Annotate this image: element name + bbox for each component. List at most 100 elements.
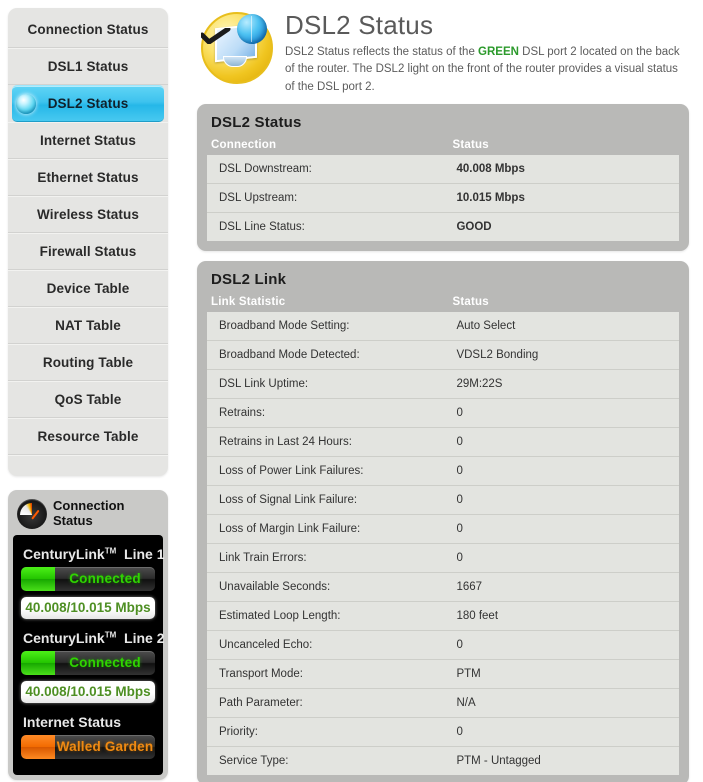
table-row: Retrains: 0 [207,398,679,428]
line2-state-pill: Connected [21,651,155,675]
line1-suffix: Line 1 [124,546,165,562]
row-label: DSL Downstream: [207,154,449,184]
main-content: DSL2 Status DSL2 Status reflects the sta… [193,0,703,782]
speedometer-gauge-icon [17,499,47,529]
sidebar-item-dsl1-status[interactable]: DSL1 Status [8,48,168,85]
row-value: 10.015 Mbps [448,183,679,213]
icon-globe [237,14,267,44]
row-value: 0 [448,456,679,486]
sidebar-item-wireless-status[interactable]: Wireless Status [8,196,168,233]
row-value: 0 [448,630,679,660]
page-header-text: DSL2 Status DSL2 Status reflects the sta… [285,6,689,96]
table-row: Estimated Loop Length: 180 feet [207,601,679,631]
page-root: Connection Status DSL1 Status DSL2 Status I… [0,0,703,782]
row-label: Loss of Power Link Failures: [207,456,449,486]
row-label: Service Type: [207,746,449,775]
sidebar-item-qos-table[interactable]: QoS Table [8,381,168,418]
dsl2-status-panel: DSL2 Status Connection Status DSL Downst… [197,103,689,251]
sidebar-item-nat-table[interactable]: NAT Table [8,307,168,344]
connection-status-widget: Connection Status CenturyLinkTM Line 1 C… [8,490,168,780]
table-row: Uncanceled Echo: 0 [207,630,679,660]
table-row: Path Parameter: N/A [207,688,679,718]
row-value: 0 [448,398,679,428]
row-value: 0 [448,514,679,544]
row-label: Retrains in Last 24 Hours: [207,427,449,457]
connection-status-body: CenturyLinkTM Line 1 Connected 40.008/10… [13,535,165,775]
sidebar-item-label: Internet Status [39,133,136,148]
row-label: Estimated Loop Length: [207,601,449,631]
row-label: Loss of Margin Link Failure: [207,514,449,544]
dsl2-status-panel-title: DSL2 Status [211,113,302,131]
internet-status-label: Internet Status [23,714,122,730]
line1-state-text: Connected [69,571,141,586]
sidebar-item-device-table[interactable]: Device Table [8,270,168,307]
sidebar-item-label: Resource Table [37,429,139,444]
sidebar: Connection Status DSL1 Status DSL2 Status I… [8,8,168,780]
line2-label: CenturyLinkTM Line 2 [21,627,165,651]
row-value: 180 feet [448,601,679,631]
row-label: Uncanceled Echo: [207,630,449,660]
row-value: 40.008 Mbps [448,154,679,184]
row-value: PTM [448,659,679,689]
sidebar-item-label: Device Table [46,281,130,296]
table-row: DSL Line Status: GOOD [207,212,679,241]
table-row: Retrains in Last 24 Hours: 0 [207,427,679,457]
table-header-row: Link Statistic Status [207,296,679,312]
row-label: Priority: [207,717,449,747]
sidebar-item-label: NAT Table [55,318,121,333]
row-label: DSL Link Uptime: [207,369,449,399]
row-value: 1667 [448,572,679,602]
row-label: Broadband Mode Setting: [207,311,449,341]
table-row: Loss of Power Link Failures: 0 [207,456,679,486]
sidebar-item-label: Ethernet Status [37,170,139,185]
sidebar-menu-spacer [8,455,168,466]
row-label: DSL Upstream: [207,183,449,213]
dsl2-link-panel: DSL2 Link Link Statistic Status Broadban… [197,260,689,782]
table-row: Broadband Mode Setting: Auto Select [207,311,679,341]
row-label: Broadband Mode Detected: [207,340,449,370]
sidebar-item-internet-status[interactable]: Internet Status [8,122,168,159]
sidebar-item-routing-table[interactable]: Routing Table [8,344,168,381]
line2-suffix: Line 2 [124,630,165,646]
row-value: 0 [448,427,679,457]
table-row: Link Train Errors: 0 [207,543,679,573]
sidebar-item-label: DSL2 Status [47,96,129,111]
column-header-link-statistic: Link Statistic [211,295,286,308]
sidebar-item-ethernet-status[interactable]: Ethernet Status [8,159,168,196]
column-header-connection: Connection [211,138,277,151]
row-value: 0 [448,717,679,747]
sidebar-item-label: Firewall Status [39,244,137,259]
row-value: GOOD [448,212,679,241]
sidebar-item-label: Routing Table [42,355,134,370]
row-value: PTM - Untagged [448,746,679,775]
row-value: Auto Select [448,311,679,341]
table-row: DSL Link Uptime: 29M:22S [207,369,679,399]
internet-state-pill: Walled Garden [21,735,155,759]
dsl2-link-table: Link Statistic Status Broadband Mode Set… [207,296,679,775]
table-row: Transport Mode: PTM [207,659,679,689]
table-row: Loss of Signal Link Failure: 0 [207,485,679,515]
connection-status-title: Connection Status [53,498,125,528]
dsl2-status-table: Connection Status DSL Downstream: 40.008 … [207,139,679,241]
table-row: DSL Downstream: 40.008 Mbps [207,154,679,184]
sidebar-item-label: Connection Status [27,22,149,37]
monitor-globe-check-icon [197,6,275,84]
sidebar-item-firewall-status[interactable]: Firewall Status [8,233,168,270]
row-label: Loss of Signal Link Failure: [207,485,449,515]
sidebar-item-dsl2-status[interactable]: DSL2 Status [12,85,164,122]
row-value: 0 [448,543,679,573]
table-row: Service Type: PTM - Untagged [207,746,679,775]
active-indicator-orb-icon [16,93,36,114]
table-row: Broadband Mode Detected: VDSL2 Bonding [207,340,679,370]
sidebar-item-resource-table[interactable]: Resource Table [8,418,168,455]
internet-state-text: Walled Garden [56,739,154,754]
table-row: Loss of Margin Link Failure: 0 [207,514,679,544]
sidebar-item-connection-status[interactable]: Connection Status [8,12,168,48]
row-label: Link Train Errors: [207,543,449,573]
sidebar-item-label: QoS Table [54,392,122,407]
line2-trademark-icon: TM [104,630,117,640]
row-value: VDSL2 Bonding [448,340,679,370]
line1-led-icon [21,567,55,591]
row-label: Transport Mode: [207,659,449,689]
page-description-highlight: GREEN [478,46,519,58]
